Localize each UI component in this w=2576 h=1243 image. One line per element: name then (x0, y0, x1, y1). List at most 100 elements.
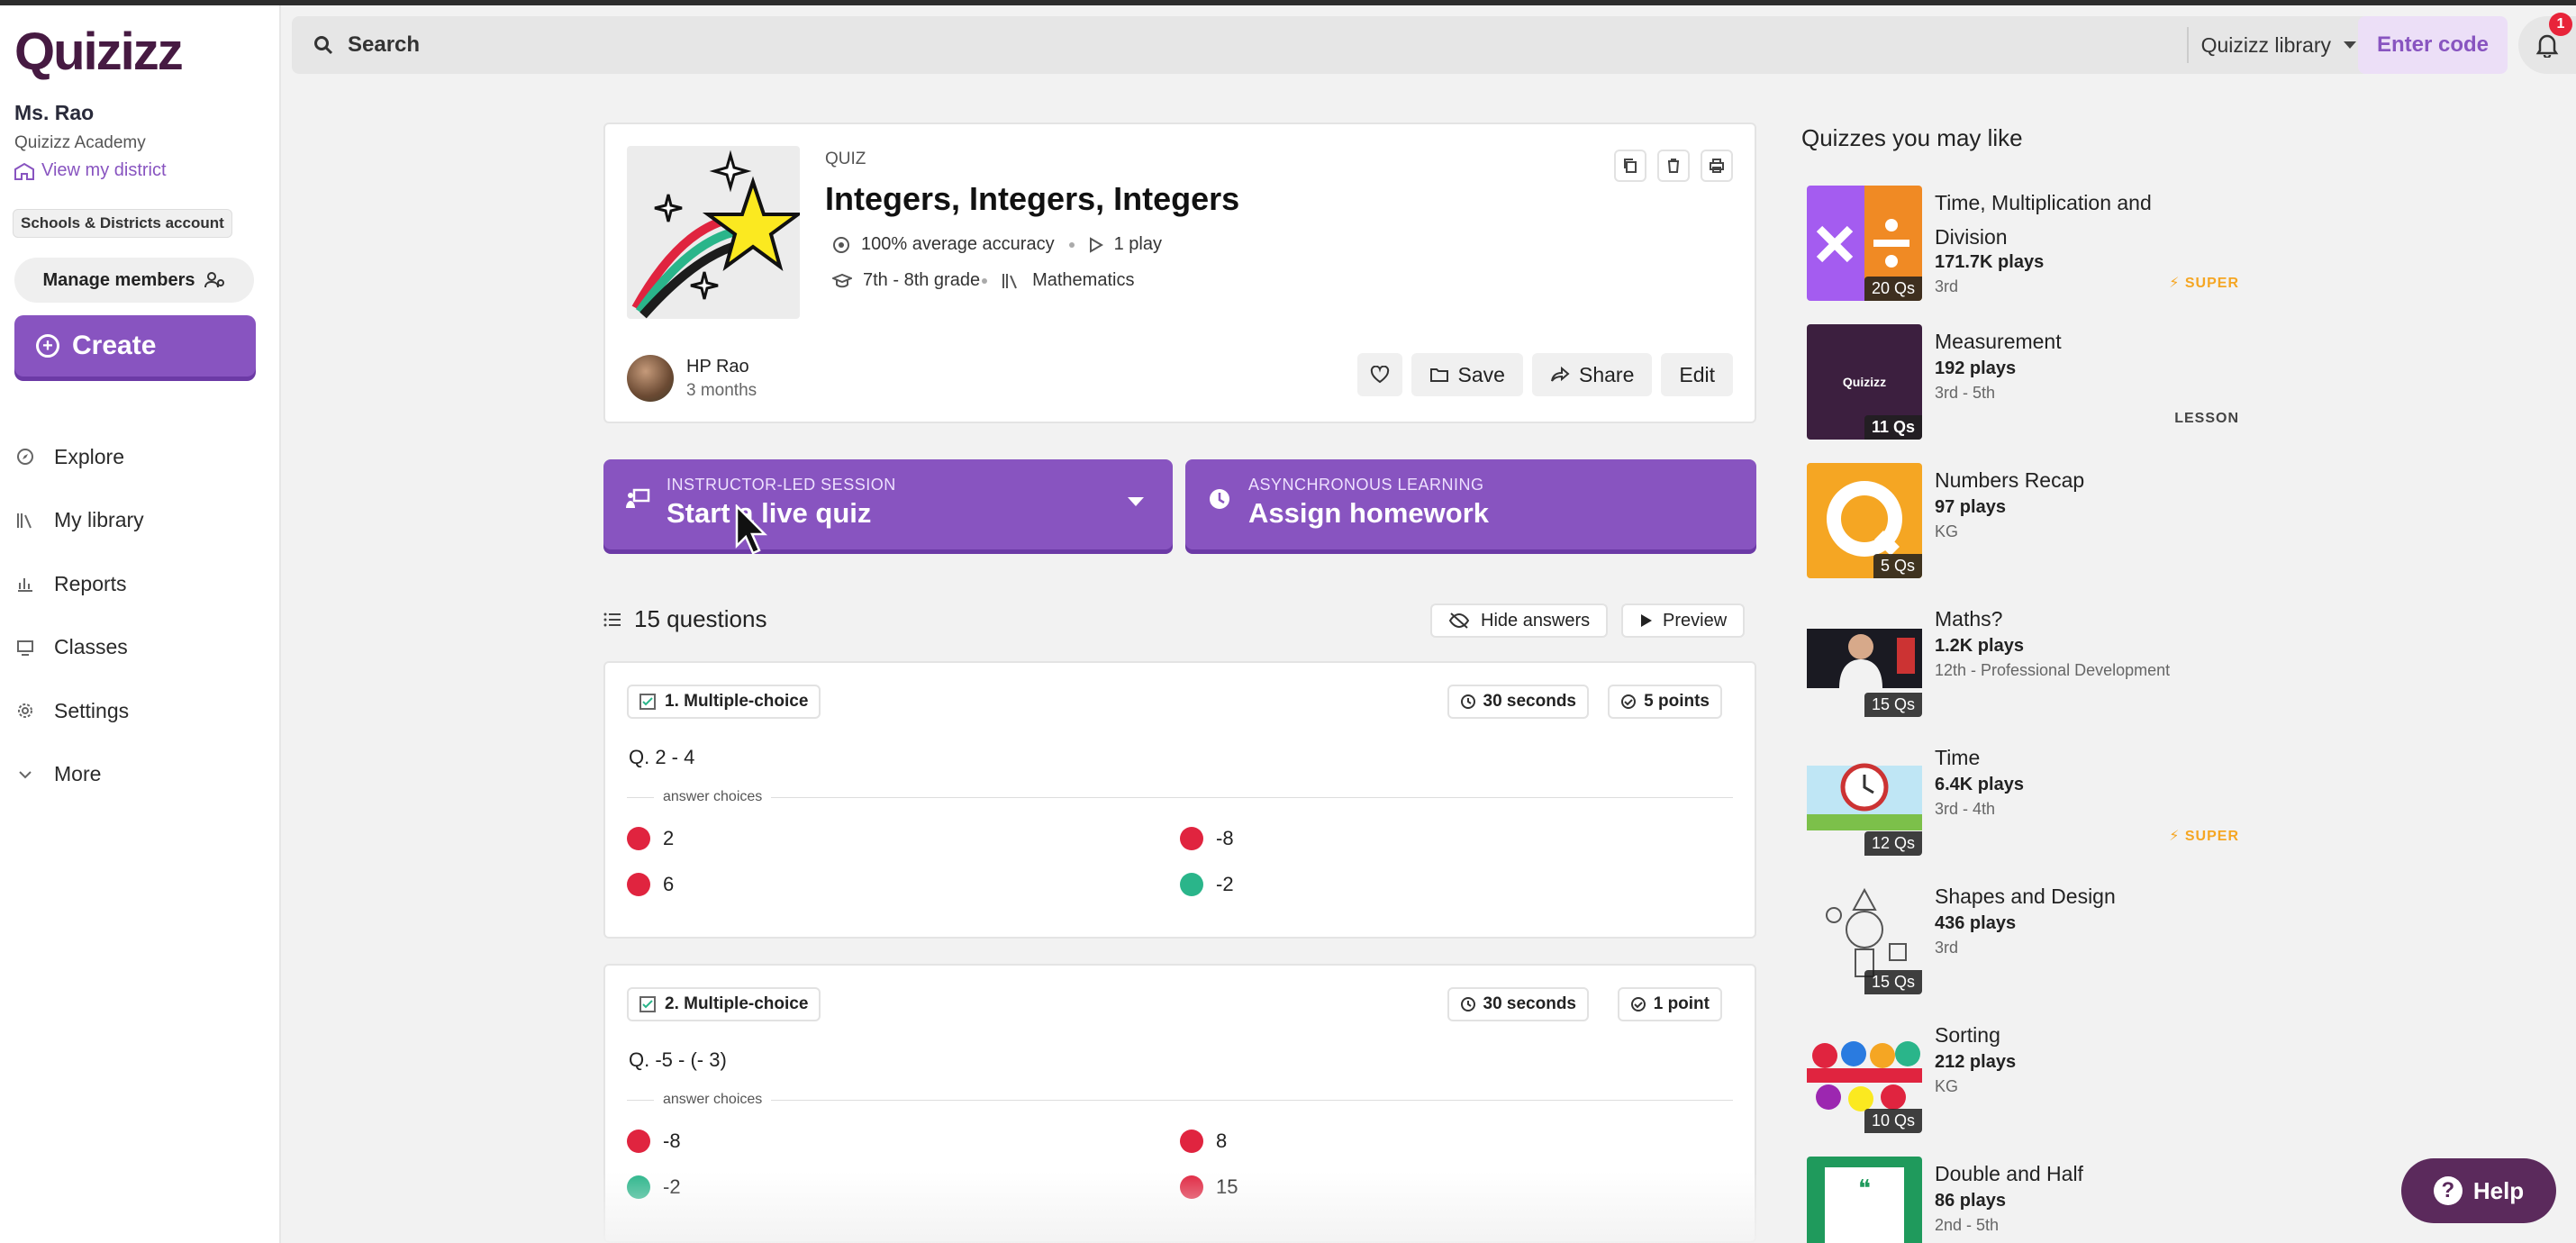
preview-button[interactable]: Preview (1621, 603, 1746, 638)
assign-homework-button[interactable]: ASYNCHRONOUS LEARNING Assign homework (1185, 459, 1756, 549)
chevron-down-icon (14, 766, 36, 784)
clock-icon (1460, 997, 1475, 1012)
question-card[interactable]: 1. Multiple-choice 30 seconds 5 points Q… (603, 661, 1756, 939)
share-button[interactable]: Share (1531, 353, 1653, 396)
clock-icon (1210, 489, 1229, 509)
recommended-quiz-grade: 3rd - 5th (1935, 384, 1996, 402)
question-count-badge: 15 Qs (1864, 693, 1922, 717)
sidebar-item-my-library[interactable]: My library (14, 489, 144, 553)
sidebar-item-label: My library (54, 508, 144, 532)
question-points-badge: 1 point (1617, 987, 1722, 1021)
question-count-badge: 10 Qs (1864, 1109, 1922, 1133)
edit-label: Edit (1679, 362, 1715, 386)
target-icon (833, 236, 849, 253)
presentation-icon (626, 488, 650, 508)
recommended-quiz-thumbnail: 12 Qs (1807, 740, 1922, 856)
quiz-tools (1614, 150, 1733, 182)
recommended-quiz-plays: 212 plays (1935, 1052, 2017, 1072)
sidebar-item-label: Reports (54, 571, 127, 595)
avatar (627, 355, 674, 402)
bar-chart-icon (14, 575, 36, 593)
plus-circle-icon: + (36, 334, 59, 358)
view-district-link[interactable]: View my district (14, 160, 167, 181)
homework-caption: ASYNCHRONOUS LEARNING (1248, 476, 1484, 494)
manage-members-button[interactable]: Manage members (14, 258, 254, 303)
sidebar-nav: Explore My library Reports Classes Setti… (14, 425, 144, 806)
recommended-quiz-plays: 436 plays (1935, 913, 2017, 933)
answer-choice: -2 (1180, 873, 1234, 896)
question-type-label: 1. Multiple-choice (665, 692, 809, 711)
caret-down-icon[interactable] (1128, 497, 1144, 506)
help-button[interactable]: ? Help (2401, 1158, 2556, 1223)
copy-icon (1624, 159, 1637, 173)
compass-icon (14, 448, 36, 466)
question-time-label: 30 seconds (1483, 692, 1577, 711)
recommended-quiz-plays: 1.2K plays (1935, 636, 2024, 656)
recommended-quiz-name: Shapes and Design (1935, 885, 2116, 908)
hide-answers-button[interactable]: Hide answers (1430, 603, 1609, 638)
shooting-star-image (631, 150, 800, 319)
create-button[interactable]: + Create (14, 315, 256, 377)
print-button[interactable] (1701, 150, 1733, 182)
sidebar-item-more[interactable]: More (14, 743, 144, 807)
recommended-quiz-thumbnail: 20 Qs (1807, 186, 1922, 301)
quizizz-logo[interactable]: Quizizz (14, 22, 184, 82)
recommended-quiz[interactable]: 12 Qs Time 6.4K plays 3rd - 4th ⚡ SUPER (1807, 740, 2275, 859)
clock-icon (1460, 694, 1475, 709)
subject-text: Mathematics (1032, 270, 1135, 290)
sidebar-item-explore[interactable]: Explore (14, 425, 144, 489)
recommended-quiz-thumbnail: 15 Qs (1807, 602, 1922, 717)
preview-label: Preview (1663, 610, 1728, 631)
answer-choices-divider: answer choices (627, 789, 1733, 805)
duplicate-button[interactable] (1614, 150, 1646, 182)
eye-off-icon (1448, 612, 1470, 629)
recommended-quiz[interactable]: 20 Qs Time, Multiplication and Division … (1807, 186, 2275, 304)
like-button[interactable] (1356, 353, 1402, 396)
svg-text:❝: ❝ (1858, 1175, 1871, 1202)
question-count-badge: 11 Qs (1864, 415, 1922, 440)
edit-button[interactable]: Edit (1661, 353, 1733, 396)
create-label: Create (72, 331, 157, 360)
question-type-badge: 2. Multiple-choice (627, 987, 821, 1021)
recommended-quiz[interactable]: Quizizz 11 Qs Measurement 192 plays 3rd … (1807, 324, 2275, 443)
recommended-quiz-grade: KG (1935, 522, 1959, 540)
recommended-quiz[interactable]: 10 Qs Sorting 212 plays KG (1807, 1018, 2275, 1137)
sidebar-item-classes[interactable]: Classes (14, 616, 144, 680)
recommended-quiz-plays: 97 plays (1935, 497, 2006, 517)
heart-icon (1370, 366, 1389, 384)
recommended-quiz[interactable]: 5 Qs Numbers Recap 97 plays KG (1807, 463, 2275, 582)
start-live-quiz-button[interactable]: INSTRUCTOR-LED SESSION Start a live quiz (603, 459, 1173, 549)
scroll-fade (603, 1171, 1756, 1243)
page-title: Integers, Integers, Integers (825, 180, 1240, 217)
search-input[interactable] (348, 32, 2187, 58)
answer-choice: 8 (1180, 1130, 1227, 1153)
recommended-quiz[interactable]: 15 Qs Maths? 1.2K plays 12th - Professio… (1807, 602, 2275, 721)
enter-code-button[interactable]: Enter code (2358, 16, 2508, 74)
delete-button[interactable] (1657, 150, 1690, 182)
recommended-quiz-name: Measurement (1935, 330, 2062, 353)
quiz-actions: Save Share Edit (1356, 353, 1733, 396)
help-label: Help (2472, 1176, 2525, 1204)
recommended-quiz-grade: KG (1935, 1077, 1959, 1095)
quiz-meta: 7th - 8th grade Mathematics (832, 270, 1134, 291)
caret-down-icon (2344, 41, 2356, 49)
recommended-quiz[interactable]: ❝ Double and Half 86 plays 2nd - 5th (1807, 1157, 2275, 1243)
quiz-author[interactable]: HP Rao 3 months (627, 355, 757, 402)
mouse-cursor-icon (735, 504, 767, 555)
save-label: Save (1457, 362, 1505, 386)
save-button[interactable]: Save (1410, 353, 1523, 396)
sidebar-item-reports[interactable]: Reports (14, 552, 144, 616)
recommended-quiz-name: Sorting (1935, 1023, 2000, 1047)
recommended-quiz[interactable]: 15 Qs Shapes and Design 436 plays 3rd (1807, 879, 2275, 998)
library-select[interactable]: Quizizz library (2186, 27, 2378, 63)
sidebar-item-settings[interactable]: Settings (14, 679, 144, 743)
quiz-type-label: QUIZ (825, 150, 866, 168)
answer-choice-text: 8 (1216, 1130, 1228, 1152)
list-icon (603, 612, 621, 626)
question-points-label: 5 points (1644, 692, 1710, 711)
printer-icon (1710, 159, 1724, 173)
recommended-quiz-name: Time, Multiplication and Division (1935, 191, 2152, 249)
recommended-quiz-plays: 171.7K plays (1935, 252, 2045, 272)
answer-choice-text: 6 (663, 873, 675, 895)
books-icon (1002, 273, 1018, 288)
